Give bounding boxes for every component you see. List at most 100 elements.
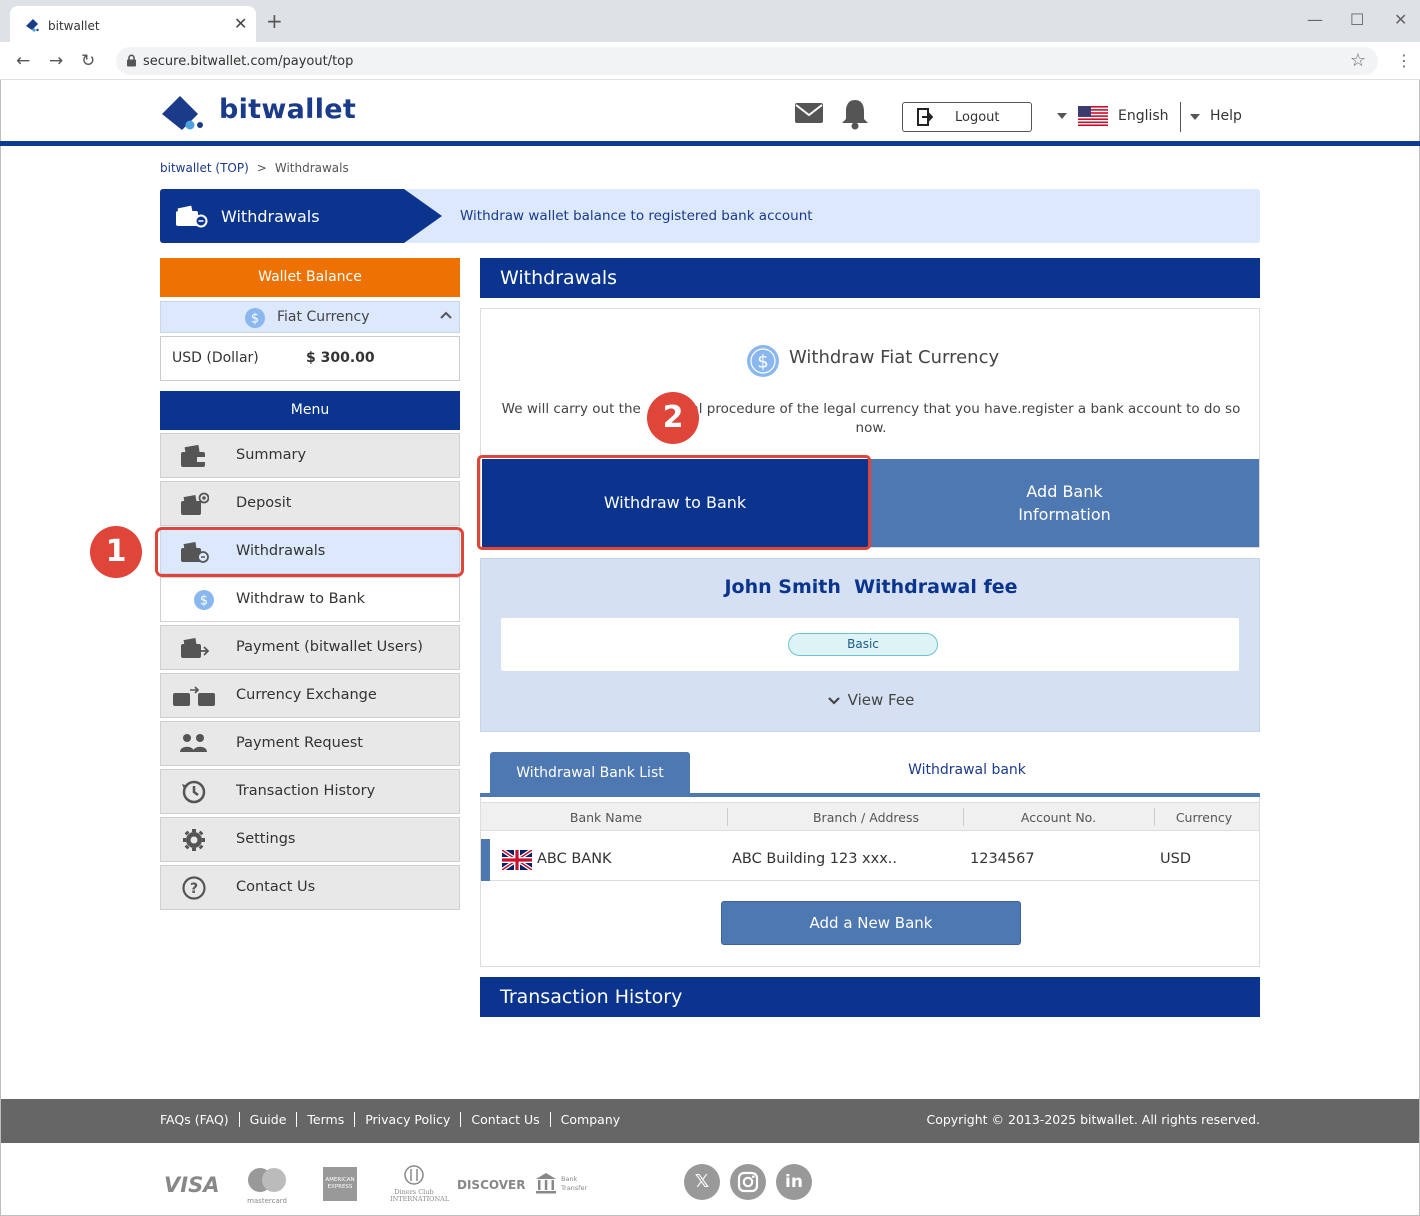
view-fee-label: View Fee (847, 691, 915, 709)
sidebar-item-deposit[interactable]: Deposit (160, 481, 460, 526)
sidebar-item-payment[interactable]: Payment (bitwallet Users) (160, 625, 460, 670)
copyright: Copyright © 2013-2025 bitwallet. All rig… (926, 1112, 1260, 1127)
balance-amount: $ 300.00 (306, 350, 375, 366)
row-indicator (481, 839, 490, 881)
tab-withdrawal-bank-list[interactable]: Withdrawal Bank List (490, 752, 690, 793)
th-currency: Currency (1175, 810, 1233, 825)
uk-flag-icon (502, 850, 532, 870)
sidebar-item-label: Settings (236, 831, 296, 847)
language-dropdown-caret-icon[interactable] (1057, 113, 1067, 119)
th-account: Account No. (1020, 810, 1097, 825)
bitwallet-favicon-icon (26, 19, 39, 32)
sidebar-item-transaction-history[interactable]: Transaction History (160, 769, 460, 814)
help-link[interactable]: Help (1210, 108, 1242, 124)
step-2-badge: 2 (647, 392, 699, 444)
table-row[interactable]: ABC BANK ABC Building 123 xxx.. 1234567 … (481, 839, 1259, 881)
page-banner: Withdrawals Withdraw wallet balance to r… (160, 189, 1260, 243)
sidebar-item-payment-request[interactable]: Payment Request (160, 721, 460, 766)
back-icon[interactable]: ← (16, 51, 30, 71)
tab-withdrawal-bank[interactable]: Withdrawal bank (860, 762, 1074, 778)
withdrawals-section-title: Withdrawals (480, 258, 1260, 298)
add-bank-line2: Information (1018, 505, 1111, 524)
add-bank-information-button[interactable]: Add Bank Information (870, 459, 1259, 547)
bookmark-star-icon[interactable]: ☆ (1350, 50, 1366, 71)
svg-text:?: ? (190, 881, 198, 897)
view-fee-toggle[interactable]: View Fee (481, 691, 1261, 709)
fee-plan-badge: Basic (788, 633, 938, 656)
footer-link-company[interactable]: Company (549, 1112, 631, 1127)
browser-tab[interactable]: bitwallet ✕ (10, 6, 256, 42)
breadcrumb-home-link[interactable]: bitwallet (TOP) (160, 161, 249, 175)
maximize-icon[interactable]: ☐ (1350, 10, 1364, 29)
header-divider (1180, 102, 1181, 132)
brand-name[interactable]: bitwallet (219, 94, 356, 125)
bell-icon[interactable] (840, 98, 870, 130)
cell-branch: ABC Building 123 xxx.. (732, 851, 898, 867)
mastercard-text: mastercard (247, 1197, 287, 1205)
footer-link-guide[interactable]: Guide (238, 1112, 297, 1127)
new-tab-icon[interactable]: + (266, 9, 283, 33)
amex-logo: AMERICAN EXPRESS (323, 1167, 357, 1201)
fiat-currency-label: Fiat Currency (277, 309, 370, 325)
close-tab-icon[interactable]: ✕ (234, 14, 247, 33)
instagram-icon[interactable] (730, 1164, 766, 1200)
url-input[interactable]: secure.bitwallet.com/payout/top ☆ (116, 47, 1378, 75)
url-text: secure.bitwallet.com/payout/top (143, 54, 354, 69)
bank-transfer-text: Bank Transfer (561, 1175, 588, 1192)
sidebar-item-currency-exchange[interactable]: Currency Exchange (160, 673, 460, 718)
sidebar-item-label: Contact Us (236, 879, 316, 895)
th-divider (963, 808, 964, 826)
card-desc-after: wal procedure of the legal currency that… (679, 401, 1241, 436)
svg-text:$: $ (200, 594, 208, 609)
us-flag-icon[interactable] (1078, 106, 1108, 126)
fiat-currency-toggle[interactable]: $ Fiat Currency (160, 301, 460, 333)
sidebar-item-label: Payment Request (236, 735, 363, 751)
sidebar-item-withdraw-to-bank[interactable]: $ Withdraw to Bank (160, 577, 460, 622)
diners-logo: Diners Club INTERNATIONAL (390, 1165, 449, 1203)
transaction-history-title: Transaction History (480, 977, 1260, 1017)
mail-icon[interactable] (795, 103, 823, 123)
sidebar-item-settings[interactable]: Settings (160, 817, 460, 862)
chevron-down-icon (827, 697, 840, 705)
dollar-coin-icon: $ (245, 308, 265, 328)
dollar-coin-icon: $ (747, 345, 779, 377)
footer-link-faq[interactable]: FAQs (FAQ) (160, 1112, 239, 1127)
mastercard-circles-icon (248, 1168, 286, 1192)
browser-menu-icon[interactable]: ⋮ (1396, 51, 1412, 70)
forward-icon[interactable]: → (49, 51, 63, 71)
footer-link-terms[interactable]: Terms (296, 1112, 355, 1127)
sidebar-item-label: Withdraw to Bank (236, 591, 366, 607)
cell-account: 1234567 (970, 851, 1035, 867)
th-divider (1154, 808, 1155, 826)
th-bank-name: Bank Name (569, 810, 643, 825)
reload-icon[interactable]: ↻ (81, 51, 95, 71)
breadcrumb: bitwallet (TOP) > Withdrawals (160, 161, 349, 175)
language-selector[interactable]: English (1118, 108, 1169, 124)
logout-icon (917, 108, 933, 126)
bank-list-table: Bank Name Branch / Address Account No. C… (480, 797, 1260, 967)
payment-wallet-icon (181, 638, 209, 658)
fee-plan-container: Basic (501, 618, 1239, 671)
cell-currency: USD (1160, 851, 1191, 867)
tab-title: bitwallet (48, 19, 100, 33)
close-window-icon[interactable]: ✕ (1394, 10, 1407, 29)
bitwallet-logo-icon[interactable] (160, 92, 210, 132)
logout-button[interactable]: Logout (902, 102, 1032, 132)
linkedin-icon[interactable]: in (776, 1164, 812, 1200)
add-new-bank-button[interactable]: Add a New Bank (721, 901, 1021, 945)
sidebar-item-label: Summary (236, 447, 307, 463)
diners-circle-icon (404, 1165, 424, 1185)
x-twitter-icon[interactable]: 𝕏 (684, 1164, 720, 1200)
sidebar-item-contact-us[interactable]: ? Contact Us (160, 865, 460, 910)
minimize-icon[interactable]: — (1307, 10, 1323, 29)
svg-text:$: $ (757, 352, 768, 373)
dollar-coin-icon: $ (194, 590, 214, 610)
bank-building-icon (536, 1173, 556, 1194)
help-dropdown-caret-icon[interactable] (1190, 114, 1200, 120)
banner-title: Withdrawals (221, 207, 320, 226)
footer-link-privacy[interactable]: Privacy Policy (354, 1112, 461, 1127)
fee-title: John Smith Withdrawal fee (724, 576, 1018, 598)
footer-link-contact[interactable]: Contact Us (460, 1112, 550, 1127)
balance-currency: USD (Dollar) (172, 350, 259, 366)
sidebar-item-summary[interactable]: Summary (160, 433, 460, 478)
